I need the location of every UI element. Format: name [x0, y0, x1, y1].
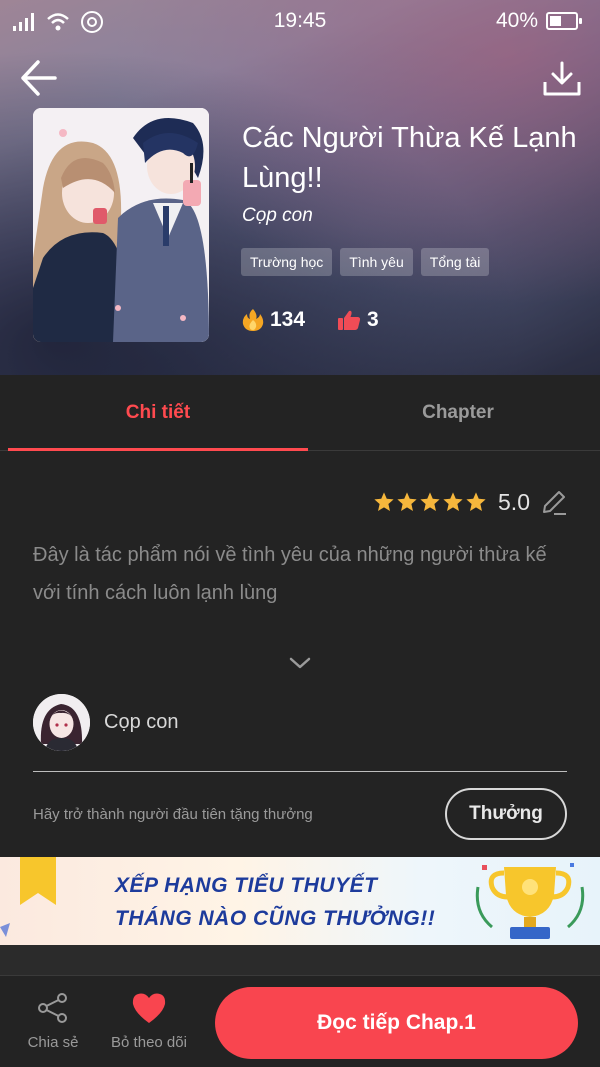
download-icon	[543, 61, 581, 96]
book-detail-screen: 19:45 40% Các Người Thừa Kế Lạnh Lùng!! …	[0, 0, 600, 1067]
book-cover[interactable]	[33, 108, 209, 342]
unfollow-button[interactable]: Bỏ theo dõi	[102, 992, 196, 1051]
status-right: 40%	[495, 9, 582, 33]
share-button[interactable]: Chia sẻ	[22, 992, 84, 1051]
continue-reading-button[interactable]: Đọc tiếp Chap.1	[215, 987, 578, 1059]
chevron-down-icon	[289, 657, 311, 669]
share-icon	[38, 993, 67, 1023]
bookmark-ribbon-icon	[0, 857, 56, 937]
arrow-left-icon	[21, 60, 57, 96]
section-separator	[0, 945, 600, 975]
star-icon	[374, 492, 394, 511]
avatar[interactable]	[33, 694, 90, 751]
heart-icon	[132, 993, 166, 1023]
bottom-action-bar: Chia sẻ Bỏ theo dõi Đọc tiếp Chap.1	[0, 975, 600, 1067]
tab-chapter[interactable]: Chapter	[308, 375, 600, 451]
banner-line-2: THÁNG NÀO CŨNG THƯỞNG!!	[115, 907, 436, 930]
author-profile[interactable]: Cọp con	[33, 694, 179, 751]
battery-icon	[546, 12, 582, 30]
rating: 5.0	[373, 488, 568, 516]
tab-details[interactable]: Chi tiết	[8, 375, 308, 451]
views-stat: 134	[242, 308, 305, 332]
fire-icon	[242, 309, 264, 331]
star-icon	[443, 492, 463, 511]
back-button[interactable]	[18, 58, 58, 98]
star-rating	[373, 491, 487, 513]
book-description: Đây là tác phẩm nói về tình yêu của nhữn…	[33, 544, 547, 604]
author-name: Cọp con	[104, 711, 179, 733]
views-count: 134	[270, 308, 306, 331]
tag-item[interactable]: Trường học	[241, 248, 333, 276]
status-bar: 19:45 40%	[0, 0, 600, 42]
star-icon	[420, 492, 440, 511]
tab-bar: Chi tiết Chapter	[0, 375, 600, 451]
banner-line-1: XẾP HẠNG TIỂU THUYẾT	[115, 874, 378, 897]
trophy-icon	[475, 863, 585, 939]
battery-percent: 40%	[495, 9, 538, 32]
download-button[interactable]	[542, 60, 582, 98]
share-label: Chia sẻ	[27, 1034, 79, 1051]
star-icon	[466, 492, 486, 511]
thumbs-up-icon	[338, 310, 361, 330]
expand-description-button[interactable]	[288, 655, 312, 676]
edit-pencil-icon[interactable]	[540, 488, 568, 516]
rating-value: 5.0	[498, 488, 530, 515]
book-title: Các Người Thừa Kế Lạnh Lùng!!	[242, 122, 577, 194]
cover-illustration	[33, 108, 209, 342]
book-stats: 134 3	[242, 308, 411, 332]
unfollow-label: Bỏ theo dõi	[111, 1034, 187, 1051]
likes-stat: 3	[337, 308, 379, 332]
tag-item[interactable]: Tình yêu	[340, 248, 413, 276]
tag-list: Trường học Tình yêu Tổng tài	[241, 248, 490, 276]
book-author[interactable]: Cọp con	[242, 205, 313, 227]
reward-prompt: Hãy trở thành người đầu tiên tặng thưởng	[33, 806, 313, 823]
reward-button[interactable]: Thưởng	[445, 788, 567, 840]
divider	[33, 771, 567, 772]
promo-banner[interactable]: XẾP HẠNG TIỂU THUYẾT THÁNG NÀO CŨNG THƯỞ…	[0, 857, 600, 945]
likes-count: 3	[367, 308, 379, 331]
star-icon	[397, 492, 417, 511]
book-header: 19:45 40% Các Người Thừa Kế Lạnh Lùng!! …	[0, 0, 600, 375]
tag-item[interactable]: Tổng tài	[420, 248, 490, 276]
author-avatar-image	[33, 694, 90, 751]
